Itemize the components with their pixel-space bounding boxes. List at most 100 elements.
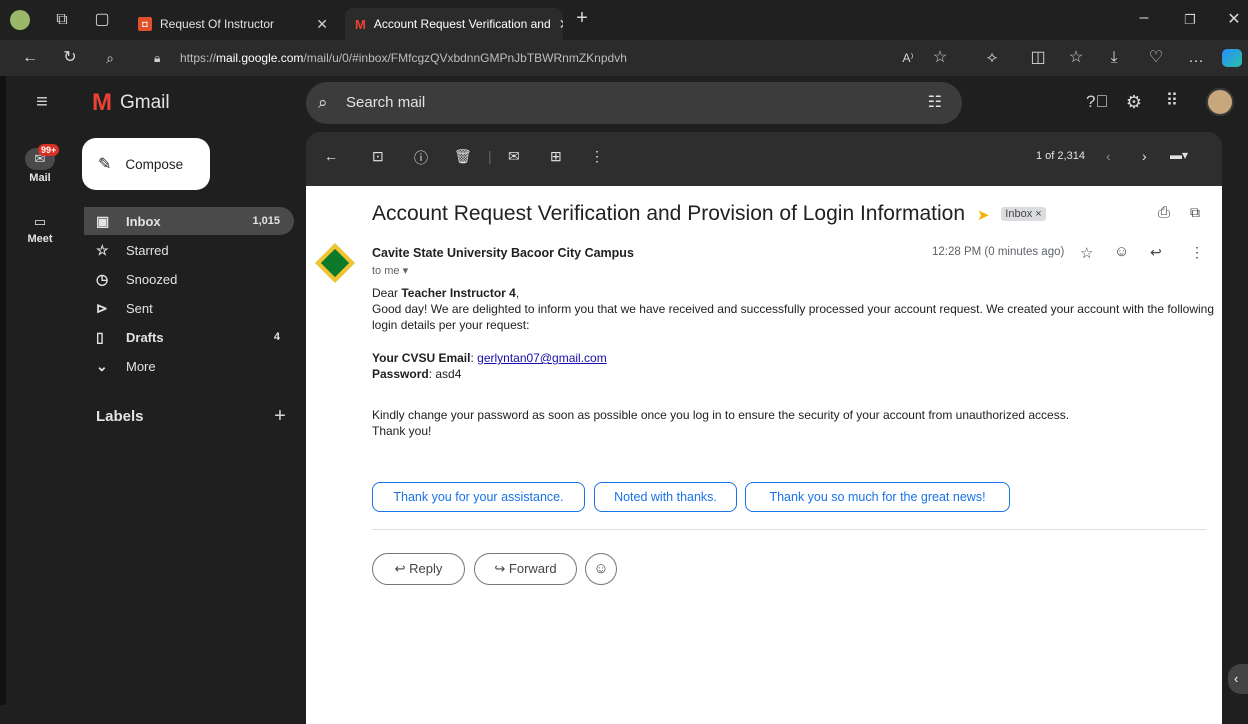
close-tab-icon[interactable]: ✕ (316, 16, 328, 33)
nav-starred[interactable]: ☆ Starred (84, 236, 294, 264)
email-line: Your CVSU Email: gerlyntan07@gmail.com (372, 351, 607, 365)
downloads-icon[interactable]: ⤓ (1104, 48, 1124, 68)
recipient-toggle[interactable]: to me ▾ (372, 264, 408, 277)
nav-count: 4 (273, 331, 280, 343)
refresh-icon[interactable]: ↻ (60, 48, 80, 68)
back-arrow-icon[interactable]: ← (324, 148, 338, 164)
delete-icon[interactable]: 🗑︎ (454, 148, 472, 165)
mark-unread-icon[interactable]: ✉ (508, 148, 520, 165)
labels-heading: Labels (96, 408, 144, 425)
account-avatar[interactable] (1206, 88, 1234, 116)
email-greeting: Dear Teacher Instructor 4, (372, 285, 519, 301)
gmail-app: ≡ M Gmail ⌕ Search mail ☷ ?⃝ ⚙ ⠿ ✉ 99+ M… (0, 76, 1248, 724)
more-vertical-icon[interactable]: ⋮ (590, 148, 604, 165)
favorite-star-icon[interactable]: ☆ (930, 48, 950, 68)
main-menu-icon[interactable]: ≡ (30, 92, 54, 112)
nav-label: Starred (126, 242, 169, 258)
search-icon[interactable]: ⌕ (100, 48, 120, 68)
smart-reply-1[interactable]: Thank you for your assistance. (372, 482, 585, 512)
split-screen-icon[interactable]: ◫ (1028, 48, 1048, 68)
emoji-react-icon[interactable]: ☺ (1114, 243, 1129, 260)
copilot-icon[interactable] (1222, 49, 1242, 67)
reply-icon[interactable]: ↩ (1150, 244, 1162, 261)
url-path: /mail/u/0/#inbox/FMfcgzQVxbdnnGMPnJbTBWR… (303, 51, 627, 65)
mail-badge: 99+ (38, 144, 60, 156)
greeting-name: Teacher Instructor 4 (401, 286, 516, 300)
close-window-icon[interactable]: ✕ (1224, 10, 1244, 30)
subject-text: Account Request Verification and Provisi… (372, 202, 966, 225)
side-panel-toggle[interactable]: ‹ (1228, 664, 1248, 694)
compose-button[interactable]: ✎ Compose (82, 138, 210, 190)
nav-count: 1,015 (252, 215, 280, 227)
tab-actions-icon[interactable]: ▢ (92, 10, 112, 30)
url-prefix: https:// (180, 51, 217, 65)
nav-inbox[interactable]: ▣ Inbox 1,015 (84, 207, 294, 235)
email-time: 12:28 PM (0 minutes ago) (932, 246, 1065, 258)
nav-snoozed[interactable]: ◷ Snoozed (84, 265, 294, 293)
nav-label: More (126, 358, 156, 374)
more-menu-icon[interactable]: … (1186, 48, 1206, 68)
clock-icon: ◷ (96, 270, 109, 287)
prev-icon[interactable]: ‹ (1106, 148, 1111, 164)
apps-grid-icon[interactable]: ⠿ (1162, 91, 1182, 111)
settings-gear-icon[interactable]: ⚙ (1124, 92, 1144, 112)
report-spam-icon[interactable]: ⓘ (414, 148, 428, 168)
move-to-icon[interactable]: ⊞ (550, 148, 562, 165)
add-label-icon[interactable]: + (270, 406, 290, 426)
extensions-icon[interactable]: ⟡ (982, 48, 1002, 68)
close-tab-icon[interactable]: ✕ (559, 16, 563, 33)
address-bar-row: ← ↻ ⌕ 🔒︎ https://mail.google.com/mail/u/… (0, 40, 1248, 76)
nav-drafts[interactable]: ▯ Drafts 4 (84, 323, 294, 351)
email-subject: Account Request Verification and Provisi… (372, 202, 1046, 226)
minimize-icon[interactable]: – (1134, 8, 1154, 28)
star-icon[interactable]: ☆ (1080, 244, 1093, 262)
email-credentials: Your CVSU Email: gerlyntan07@gmail.com P… (372, 350, 607, 382)
left-edge (0, 76, 6, 705)
rail-meet[interactable]: ▭ Meet (20, 214, 60, 254)
url-field[interactable]: 🔒︎ https://mail.google.com/mail/u/0/#inb… (140, 45, 880, 71)
video-camera-icon: ▭ (33, 214, 47, 229)
email-label: Your CVSU Email (372, 351, 471, 365)
archive-icon[interactable]: ⊡ (372, 148, 384, 165)
help-icon[interactable]: ?⃝ (1086, 92, 1108, 112)
back-icon[interactable]: ← (20, 48, 40, 68)
next-icon[interactable]: › (1142, 148, 1147, 164)
more-options-icon[interactable]: ⋮ (1190, 244, 1204, 261)
health-icon[interactable]: ♡ (1146, 48, 1166, 68)
email-link[interactable]: gerlyntan07@gmail.com (477, 351, 607, 365)
important-marker-icon[interactable]: ➤ (977, 207, 990, 224)
search-options-icon[interactable]: ☷ (928, 82, 942, 124)
tab-account-request[interactable]: M Account Request Verification and ✕ (345, 8, 563, 40)
restore-icon[interactable]: ❐ (1180, 10, 1200, 30)
tab-request-of-instructor[interactable]: ◘ Request Of Instructor ✕ (128, 8, 338, 40)
star-icon: ☆ (96, 241, 109, 258)
favorites-icon[interactable]: ☆ (1066, 48, 1086, 68)
reply-button[interactable]: ↩ Reply (372, 553, 465, 585)
nav-sent[interactable]: ⊳ Sent (84, 294, 294, 322)
gmail-logo[interactable]: M Gmail (92, 88, 170, 118)
mail-toolbar: ← ⊡ ⓘ 🗑︎ | ✉ ⊞ ⋮ 1 of 2,314 ‹ › ▬▾ (306, 132, 1222, 186)
nav-more[interactable]: ⌄ More (84, 352, 294, 380)
workspaces-icon[interactable]: ⧉ (52, 10, 72, 30)
smart-reply-3[interactable]: Thank you so much for the great news! (745, 482, 1010, 512)
reply-label: Reply (409, 561, 443, 576)
forward-button[interactable]: ↪ Forward (474, 553, 577, 585)
search-input[interactable]: ⌕ Search mail ☷ (306, 82, 962, 124)
rail-mail[interactable]: ✉ 99+ Mail (20, 144, 60, 192)
read-aloud-icon[interactable]: A⁾ (898, 48, 918, 68)
compose-label: Compose (125, 156, 184, 172)
print-icon[interactable]: ⎙ (1158, 204, 1170, 221)
nav-label: Snoozed (126, 271, 178, 287)
divider: | (488, 148, 492, 164)
profile-avatar[interactable] (10, 10, 30, 30)
rail-mail-label: Mail (29, 172, 51, 184)
smart-reply-2[interactable]: Noted with thanks. (594, 482, 737, 512)
gmail-favicon-icon: M (355, 16, 366, 32)
greeting-suffix: , (515, 286, 520, 300)
keyboard-icon[interactable]: ▬▾ (1170, 148, 1188, 162)
emoji-reaction-button[interactable]: ☺ (585, 553, 617, 585)
inbox-label-chip[interactable]: Inbox × (1001, 207, 1046, 221)
open-new-window-icon[interactable]: ⧉ (1190, 204, 1200, 221)
tab-favicon-icon: ◘ (138, 17, 152, 31)
new-tab-icon[interactable]: + (572, 8, 592, 28)
